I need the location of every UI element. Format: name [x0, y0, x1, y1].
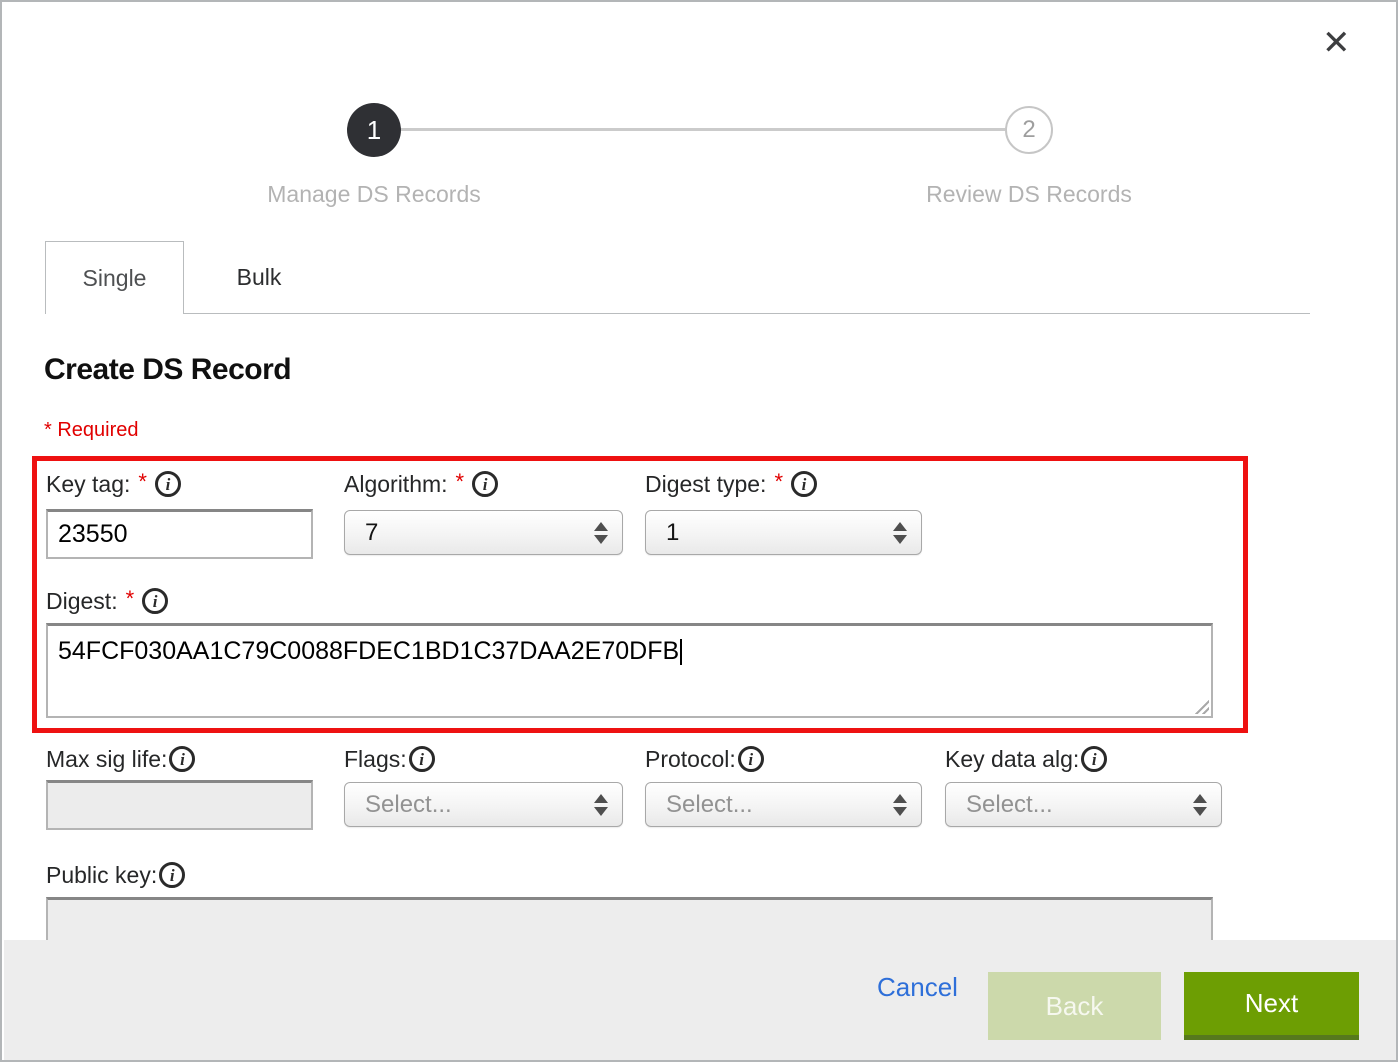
info-icon[interactable]: i: [169, 746, 195, 772]
page-title: Create DS Record: [44, 353, 291, 387]
next-button[interactable]: Next: [1184, 972, 1359, 1040]
select-arrows-icon: [893, 522, 907, 544]
digest-textarea[interactable]: 54FCF030AA1C79C0088FDEC1BD1C37DAA2E70DFB: [46, 623, 1213, 718]
digest-label: Digest: * i: [46, 586, 168, 616]
info-icon-glyph: i: [748, 751, 753, 768]
protocol-select[interactable]: Select...: [645, 782, 922, 827]
protocol-select-value: Select...: [666, 791, 893, 819]
select-arrows-icon: [594, 522, 608, 544]
info-icon-glyph: i: [153, 593, 158, 610]
cancel-button[interactable]: Cancel: [877, 972, 958, 1003]
required-asterisk: *: [126, 586, 135, 612]
required-note: * Required: [44, 419, 139, 442]
step-2-circle: 2: [1005, 106, 1053, 154]
key-tag-label: Key tag: * i: [46, 469, 181, 499]
digest-label-text: Digest:: [46, 588, 118, 615]
dialog-footer: Cancel Back Next: [4, 940, 1398, 1062]
close-icon[interactable]: ✕: [1322, 26, 1351, 60]
key-data-alg-label-text: Key data alg:: [945, 746, 1079, 773]
tab-bulk[interactable]: Bulk: [184, 241, 334, 314]
create-ds-record-dialog: ✕ 1 2 Manage DS Records Review DS Record…: [0, 0, 1398, 1062]
required-asterisk: *: [456, 469, 465, 495]
info-icon[interactable]: i: [738, 746, 764, 772]
step-1-label: Manage DS Records: [214, 181, 534, 208]
max-sig-life-label-text: Max sig life:: [46, 746, 167, 773]
tab-divider: [184, 313, 1310, 314]
required-asterisk: *: [138, 469, 147, 495]
info-icon-glyph: i: [180, 751, 185, 768]
info-icon-glyph: i: [419, 751, 424, 768]
protocol-label-text: Protocol:: [645, 746, 736, 773]
digest-type-label: Digest type: * i: [645, 469, 817, 499]
max-sig-life-input[interactable]: [46, 780, 313, 830]
tab-single[interactable]: Single: [45, 241, 184, 314]
info-icon[interactable]: i: [472, 471, 498, 497]
digest-type-select-value: 1: [666, 519, 893, 547]
algorithm-select[interactable]: 7: [344, 510, 623, 555]
flags-label-text: Flags:: [344, 746, 407, 773]
key-data-alg-select[interactable]: Select...: [945, 782, 1222, 827]
public-key-label-text: Public key:: [46, 862, 157, 889]
flags-label: Flags: i: [344, 744, 435, 774]
required-asterisk: *: [774, 469, 783, 495]
select-arrows-icon: [893, 794, 907, 816]
step-connector-line: [401, 128, 1005, 131]
select-arrows-icon: [1193, 794, 1207, 816]
key-data-alg-label: Key data alg: i: [945, 744, 1107, 774]
info-icon[interactable]: i: [1081, 746, 1107, 772]
info-icon[interactable]: i: [142, 588, 168, 614]
info-icon-glyph: i: [166, 476, 171, 493]
info-icon-glyph: i: [170, 867, 175, 884]
step-2-label: Review DS Records: [869, 181, 1189, 208]
algorithm-label-text: Algorithm:: [344, 471, 448, 498]
algorithm-select-value: 7: [365, 519, 594, 547]
public-key-label: Public key: i: [46, 860, 185, 890]
back-button[interactable]: Back: [988, 972, 1161, 1040]
info-icon[interactable]: i: [159, 862, 185, 888]
digest-type-select[interactable]: 1: [645, 510, 922, 555]
info-icon-glyph: i: [1092, 751, 1097, 768]
step-1-circle: 1: [347, 103, 401, 157]
algorithm-label: Algorithm: * i: [344, 469, 498, 499]
public-key-textarea[interactable]: [46, 897, 1213, 940]
info-icon-glyph: i: [802, 476, 807, 493]
info-icon[interactable]: i: [155, 471, 181, 497]
digest-value: 54FCF030AA1C79C0088FDEC1BD1C37DAA2E70DFB: [58, 637, 679, 665]
digest-type-label-text: Digest type:: [645, 471, 766, 498]
key-data-alg-select-value: Select...: [966, 791, 1193, 819]
flags-select[interactable]: Select...: [344, 782, 623, 827]
resize-handle-icon[interactable]: [1192, 697, 1209, 714]
protocol-label: Protocol: i: [645, 744, 764, 774]
info-icon-glyph: i: [483, 476, 488, 493]
key-tag-input[interactable]: [46, 509, 313, 559]
info-icon[interactable]: i: [409, 746, 435, 772]
text-cursor: [680, 639, 682, 665]
flags-select-value: Select...: [365, 791, 594, 819]
key-tag-label-text: Key tag:: [46, 471, 130, 498]
info-icon[interactable]: i: [791, 471, 817, 497]
max-sig-life-label: Max sig life: i: [46, 744, 195, 774]
select-arrows-icon: [594, 794, 608, 816]
